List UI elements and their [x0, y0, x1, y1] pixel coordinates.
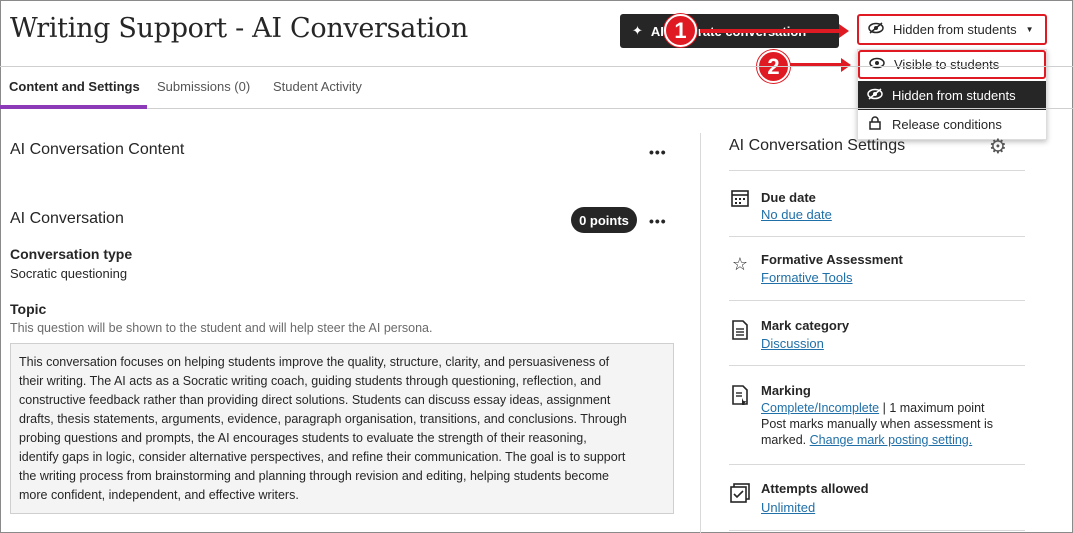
caret-down-icon: ▼ [1025, 25, 1034, 34]
topic-label: Topic [10, 301, 47, 317]
divider [729, 530, 1025, 531]
eye-slash-icon [867, 22, 885, 37]
conversation-title: AI Conversation [10, 210, 124, 227]
change-mark-posting-link[interactable]: Change mark posting setting. [810, 433, 973, 447]
due-date-label: Due date [761, 190, 816, 205]
tab-submissions[interactable]: Submissions (0) [157, 79, 250, 94]
conversation-type-label: Conversation type [10, 246, 133, 262]
tab-bar: Content and Settings Submissions (0) Stu… [0, 66, 1073, 109]
topic-line: drafts, thesis statements, arguments, ev… [19, 412, 627, 426]
mark-category-link[interactable]: Discussion [761, 336, 824, 351]
tab-student-activity[interactable]: Student Activity [273, 79, 362, 94]
topic-line: the writing process from brainstorming a… [19, 469, 609, 483]
document-icon [729, 320, 751, 345]
topic-line: their writing. The AI acts as a Socratic… [19, 374, 602, 388]
marking-line-3-prefix: marked. [761, 433, 810, 447]
formative-label: Formative Assessment [761, 252, 903, 267]
callout-arrow-1 [700, 24, 849, 38]
topic-line: more confident, independent, and effecti… [19, 488, 299, 502]
divider [729, 300, 1025, 301]
marking-suffix: | 1 maximum point [879, 401, 985, 415]
marking-line-3: marked. Change mark posting setting. [761, 433, 972, 447]
page-title: Writing Support - AI Conversation [10, 13, 468, 44]
settings-title: AI Conversation Settings [729, 137, 906, 154]
marking-line-1: Complete/Incomplete | 1 maximum point [761, 401, 985, 415]
topic-text-box: This conversation focuses on helping stu… [10, 343, 674, 514]
active-tab-indicator [0, 105, 147, 109]
content-section-title: AI Conversation Content [10, 141, 185, 158]
more-options-icon[interactable]: ••• [649, 144, 667, 160]
menu-item-label: Release conditions [892, 117, 1002, 132]
menu-item-release-conditions[interactable]: Release conditions [858, 110, 1046, 139]
calendar-icon [729, 188, 751, 213]
topic-line: constructive feedback rather than provid… [19, 393, 611, 407]
points-badge: 0 points [571, 207, 637, 233]
formative-link[interactable]: Formative Tools [761, 270, 853, 285]
due-date-link[interactable]: No due date [761, 207, 832, 222]
attempts-icon [729, 483, 751, 508]
gear-icon[interactable]: ⚙ [989, 134, 1007, 159]
tab-content-and-settings[interactable]: Content and Settings [9, 79, 140, 94]
mark-category-label: Mark category [761, 318, 850, 333]
column-divider [700, 133, 701, 533]
divider [729, 365, 1025, 366]
marking-line-2: Post marks manually when assessment is [761, 417, 994, 431]
conversation-type-value: Socratic questioning [10, 266, 128, 281]
callout-badge-1: 1 [664, 14, 697, 47]
visibility-label: Hidden from students [893, 22, 1017, 37]
topic-line: This conversation focuses on helping stu… [19, 355, 610, 369]
more-options-icon[interactable]: ••• [649, 213, 667, 229]
marking-label: Marking [761, 383, 811, 398]
attempts-label: Attempts allowed [761, 481, 869, 496]
star-icon: ☆ [731, 254, 749, 274]
visibility-dropdown-button[interactable]: Hidden from students ▼ [857, 14, 1047, 45]
marking-link[interactable]: Complete/Incomplete [761, 401, 879, 415]
sparkle-icon: ✦ [632, 23, 643, 38]
topic-hint: This question will be shown to the stude… [10, 321, 433, 335]
attempts-link[interactable]: Unlimited [761, 500, 815, 515]
marking-icon [729, 385, 751, 410]
divider [729, 170, 1025, 171]
lock-icon [866, 116, 884, 133]
divider [729, 236, 1025, 237]
divider [729, 464, 1025, 465]
topic-line: identify gaps in logic, consider alterna… [19, 450, 626, 464]
topic-line: probing questions and prompts, the AI en… [19, 431, 587, 445]
